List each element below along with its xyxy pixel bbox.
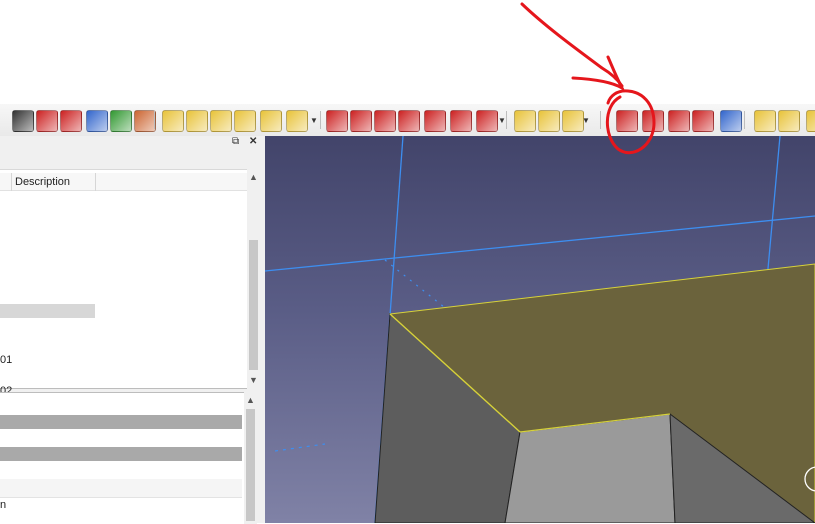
draft-icon[interactable]	[668, 110, 690, 132]
sketcher-icon[interactable]	[778, 110, 800, 132]
measure-icon[interactable]	[754, 110, 776, 132]
axis-icon[interactable]	[60, 110, 82, 132]
selected-tree-row[interactable]	[0, 304, 95, 318]
toolbar-dropdown-icon[interactable]: ▼	[310, 116, 318, 125]
toolbar-separator	[154, 111, 155, 129]
property-view: n ▲	[0, 392, 257, 524]
toolbar-separator	[506, 111, 507, 129]
column-divider	[11, 173, 12, 191]
boolean-icon[interactable]	[720, 110, 742, 132]
property-group-row[interactable]	[0, 447, 242, 461]
property-row[interactable]	[0, 461, 242, 480]
shapes-green-icon[interactable]	[110, 110, 132, 132]
tree-row-label[interactable]: 01	[0, 354, 12, 366]
description-column-header[interactable]: Description	[15, 173, 70, 191]
additive-helix-icon[interactable]	[260, 110, 282, 132]
pocket-icon[interactable]	[326, 110, 348, 132]
scroll-down-icon[interactable]: ▼	[249, 375, 258, 385]
subtractive-primitive-icon[interactable]	[476, 110, 498, 132]
toolbar-dropdown-icon[interactable]: ▼	[498, 116, 506, 125]
main-toolbar: ▼ ▼ ▼	[0, 104, 815, 137]
thickness-icon[interactable]	[692, 110, 714, 132]
revolution-icon[interactable]	[186, 110, 208, 132]
property-label: n	[0, 499, 7, 511]
annotation-arrowhead	[571, 55, 626, 92]
mirrored-icon[interactable]	[514, 110, 536, 132]
additive-pipe-icon[interactable]	[234, 110, 256, 132]
fillet-icon[interactable]	[616, 110, 638, 132]
shapes-blue-icon[interactable]	[86, 110, 108, 132]
scroll-up-icon[interactable]: ▲	[246, 395, 255, 405]
sketch-diamond-icon[interactable]	[36, 110, 58, 132]
scroll-up-icon[interactable]: ▲	[249, 172, 258, 182]
annotation-arrow	[520, 2, 624, 88]
property-group-row[interactable]	[0, 415, 242, 429]
scroll-thumb[interactable]	[249, 240, 258, 370]
3d-scene[interactable]	[265, 136, 815, 523]
grid-line	[274, 443, 326, 452]
subtractive-loft-icon[interactable]	[398, 110, 420, 132]
combo-view-panel: ⧉ ✕ Description 01 02 ▲ ▼ n ▲	[0, 136, 265, 524]
polar-pattern-icon[interactable]	[562, 110, 584, 132]
property-row[interactable]	[0, 429, 242, 448]
line-icon[interactable]	[12, 110, 34, 132]
property-scrollbar[interactable]: ▲	[244, 393, 257, 524]
scroll-thumb[interactable]	[246, 409, 255, 521]
toolbar-separator	[600, 111, 601, 129]
toolbar-separator	[320, 111, 321, 129]
float-panel-button[interactable]: ⧉	[232, 136, 239, 147]
chamfer-icon[interactable]	[642, 110, 664, 132]
linear-pattern-icon[interactable]	[538, 110, 560, 132]
subtractive-pipe-icon[interactable]	[424, 110, 446, 132]
additive-primitive-icon[interactable]	[286, 110, 308, 132]
hole-icon[interactable]	[350, 110, 372, 132]
close-panel-button[interactable]: ✕	[249, 136, 257, 147]
workbench-icon[interactable]	[806, 110, 815, 132]
grid-line	[265, 215, 815, 272]
property-row[interactable]	[0, 479, 242, 498]
panel-title-bar	[0, 136, 265, 150]
3d-viewport[interactable]	[265, 136, 815, 523]
pad-icon[interactable]	[162, 110, 184, 132]
toolbar-dropdown-icon[interactable]: ▼	[582, 116, 590, 125]
toolbar-separator	[744, 111, 745, 129]
column-divider	[95, 173, 96, 191]
groove-icon[interactable]	[374, 110, 396, 132]
tree-scrollbar[interactable]: ▲ ▼	[247, 170, 260, 388]
model-tree: Description 01 02 ▲ ▼	[0, 169, 260, 397]
additive-loft-icon[interactable]	[210, 110, 232, 132]
subtractive-helix-icon[interactable]	[450, 110, 472, 132]
cow-icon[interactable]	[134, 110, 156, 132]
